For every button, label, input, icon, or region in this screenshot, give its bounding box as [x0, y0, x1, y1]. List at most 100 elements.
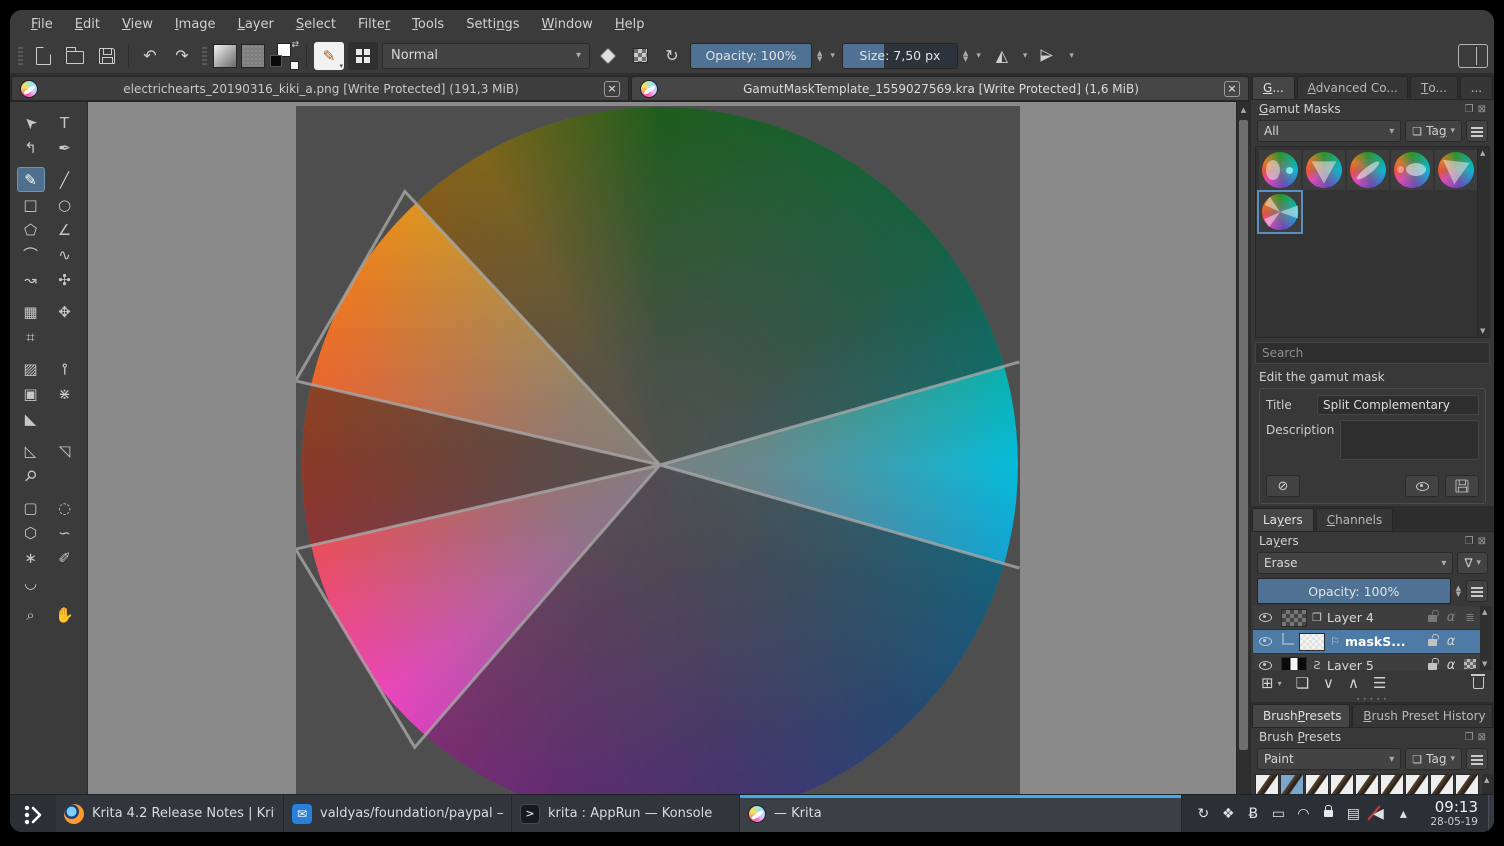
eraser-mode-button[interactable] — [594, 42, 622, 70]
brush-preset-2[interactable] — [1280, 774, 1304, 794]
inherit-alpha-toggle[interactable] — [1462, 659, 1478, 670]
mirror-vertical-dropdown[interactable]: ▾ — [1066, 51, 1077, 61]
show-desktop-button[interactable] — [1488, 795, 1494, 832]
layer-view-options-button[interactable] — [1466, 580, 1488, 602]
size-dropdown[interactable]: ▾ — [973, 51, 984, 61]
dock-tab-overflow[interactable]: ... — [1459, 76, 1493, 99]
layer-opacity-spinner[interactable]: ▲ ▼ — [1455, 585, 1462, 598]
layer-properties-button[interactable]: ☰ — [1373, 674, 1386, 692]
tool-calligraphy[interactable]: ✒ — [51, 135, 79, 160]
layer-lock-toggle[interactable] — [1424, 658, 1440, 670]
clock[interactable]: 09:13 28-05-19 — [1420, 795, 1488, 832]
tool-pan[interactable]: ✋ — [51, 602, 79, 627]
brush-preset-9[interactable] — [1455, 774, 1479, 794]
brush-preset-8[interactable] — [1430, 774, 1454, 794]
inherit-alpha-toggle[interactable]: ≣ — [1462, 611, 1478, 624]
mirror-horizontal-button[interactable]: ◭ — [988, 42, 1016, 70]
dock-tab-brush-presets[interactable]: Brush Presets — [1252, 704, 1351, 727]
tool-polyline[interactable]: ∠ — [51, 217, 79, 242]
fg-bg-color-widget[interactable]: ⇄ — [269, 40, 299, 70]
canvas-viewport[interactable] — [88, 102, 1250, 794]
opacity-dropdown[interactable]: ▾ — [827, 51, 838, 61]
add-layer-button[interactable]: ⊞ — [1261, 674, 1274, 692]
move-layer-down-button[interactable]: ∨ — [1323, 674, 1334, 692]
brush-filter-combo[interactable]: Paint — [1257, 748, 1402, 770]
add-layer-dropdown[interactable]: ▾ — [1278, 679, 1282, 688]
brush-preset-4[interactable] — [1330, 774, 1354, 794]
tool-measure[interactable]: ◺ — [17, 438, 45, 463]
expand-tray-icon[interactable]: ▴ — [1396, 806, 1410, 822]
float-docker-icon[interactable]: ❐ — [1465, 536, 1474, 547]
menu-help[interactable]: Help — [606, 13, 654, 36]
tool-edit-shapes[interactable]: ↰ — [17, 135, 45, 160]
brush-preset-6[interactable] — [1380, 774, 1404, 794]
menu-image[interactable]: Image — [166, 13, 225, 36]
tool-gradient[interactable]: ▨ — [17, 356, 45, 381]
task-konsole[interactable]: krita : AppRun — Konsole — [512, 795, 740, 832]
layer-visibility-toggle[interactable] — [1255, 635, 1275, 649]
gamut-mask-thumb-shifted[interactable] — [1347, 150, 1389, 190]
network-icon[interactable]: ◠ — [1296, 806, 1310, 822]
save-document-button[interactable] — [93, 42, 121, 70]
brush-editor-button[interactable]: ✎ ▾ — [314, 41, 344, 70]
tool-reference-images[interactable]: ⚲ — [17, 463, 45, 488]
clipboard-icon[interactable]: ▤ — [1346, 806, 1360, 822]
menu-filter[interactable]: Filter — [349, 13, 399, 36]
delete-layer-button[interactable] — [1471, 673, 1485, 693]
duplicate-layer-button[interactable]: ❏ — [1296, 674, 1309, 692]
brush-preset-1[interactable] — [1255, 774, 1279, 794]
dock-tab-layers[interactable]: La y ers — [1252, 508, 1314, 531]
reload-preset-button[interactable]: ↻ — [658, 42, 686, 70]
tool-zoom[interactable]: ⌕ — [17, 602, 45, 627]
gamut-mask-thumb-dominant[interactable] — [1391, 150, 1433, 190]
tool-smart-patch[interactable]: ▣ — [17, 381, 45, 406]
brush-preset-7[interactable] — [1405, 774, 1429, 794]
gamut-mask-thumb-complementary[interactable] — [1303, 150, 1345, 190]
mirror-horizontal-dropdown[interactable]: ▾ — [1020, 51, 1031, 61]
layer-row-masksplit[interactable]: ⚐ maskS... α — [1253, 630, 1480, 654]
undo-button[interactable]: ↶ — [136, 42, 164, 70]
dock-tab-advanced-color[interactable]: Advanced Co... — [1296, 76, 1408, 99]
background-color-swatch[interactable] — [270, 54, 282, 67]
reset-colors-swatch[interactable] — [290, 60, 299, 70]
close-docker-icon[interactable]: ⊠ — [1478, 536, 1486, 547]
tool-ellipse-select[interactable]: ◌ — [51, 495, 79, 520]
layer-visibility-toggle[interactable] — [1255, 611, 1275, 625]
tool-move[interactable]: ✥ — [51, 299, 79, 324]
close-tab-button[interactable]: × — [1224, 80, 1240, 97]
open-document-button[interactable] — [61, 42, 89, 70]
tool-similar-select[interactable]: ∗ — [17, 545, 45, 570]
tool-freehand-path[interactable]: ∿ — [51, 242, 79, 267]
layer-list-scrollbar[interactable] — [1480, 606, 1492, 670]
canvas[interactable] — [296, 106, 1020, 794]
tool-polygon-select[interactable]: ⬡ — [17, 520, 45, 545]
menu-settings[interactable]: Settings — [457, 13, 528, 36]
dropbox-icon[interactable]: ❖ — [1221, 806, 1235, 822]
brush-preset-chooser-button[interactable] — [348, 41, 378, 70]
tool-ellipse[interactable]: ○ — [51, 192, 79, 217]
pattern-chooser[interactable] — [241, 43, 265, 68]
gamut-filter-combo[interactable]: All — [1257, 120, 1402, 142]
tool-colorize-mask[interactable]: ⋇ — [51, 381, 79, 406]
tool-text[interactable]: T — [51, 110, 79, 135]
close-tab-button[interactable]: × — [604, 80, 620, 97]
menu-select[interactable]: Select — [287, 13, 345, 36]
tool-freehand-select[interactable]: ∽ — [51, 520, 79, 545]
size-spinner[interactable]: ▲ ▼ — [962, 49, 969, 62]
gamut-mask-thumb-split-complementary[interactable] — [1257, 190, 1303, 234]
gamut-mask-thumb-atmospheric[interactable] — [1259, 150, 1301, 190]
lock-icon[interactable] — [1321, 805, 1335, 817]
update-icon[interactable]: ↻ — [1196, 806, 1210, 822]
alpha-lock-toggle[interactable]: α — [1443, 658, 1459, 670]
mirror-vertical-button[interactable]: ◮ — [1034, 42, 1062, 70]
layer-row-layer4[interactable]: ❐ Layer 4 α ≣ — [1253, 606, 1480, 630]
tool-multibrush[interactable]: ✣ — [51, 267, 79, 292]
tool-magnetic-select[interactable]: ◡ — [17, 570, 45, 595]
menu-layer[interactable]: Layer — [229, 13, 283, 36]
scrollbar-thumb[interactable] — [1239, 120, 1248, 750]
brush-preset-5[interactable] — [1355, 774, 1379, 794]
tool-fill[interactable]: ◣ — [17, 406, 45, 431]
to­olbar-grip[interactable] — [18, 44, 23, 67]
tool-freehand-brush[interactable]: ✎ — [16, 167, 45, 192]
search-input[interactable] — [1255, 342, 1490, 364]
